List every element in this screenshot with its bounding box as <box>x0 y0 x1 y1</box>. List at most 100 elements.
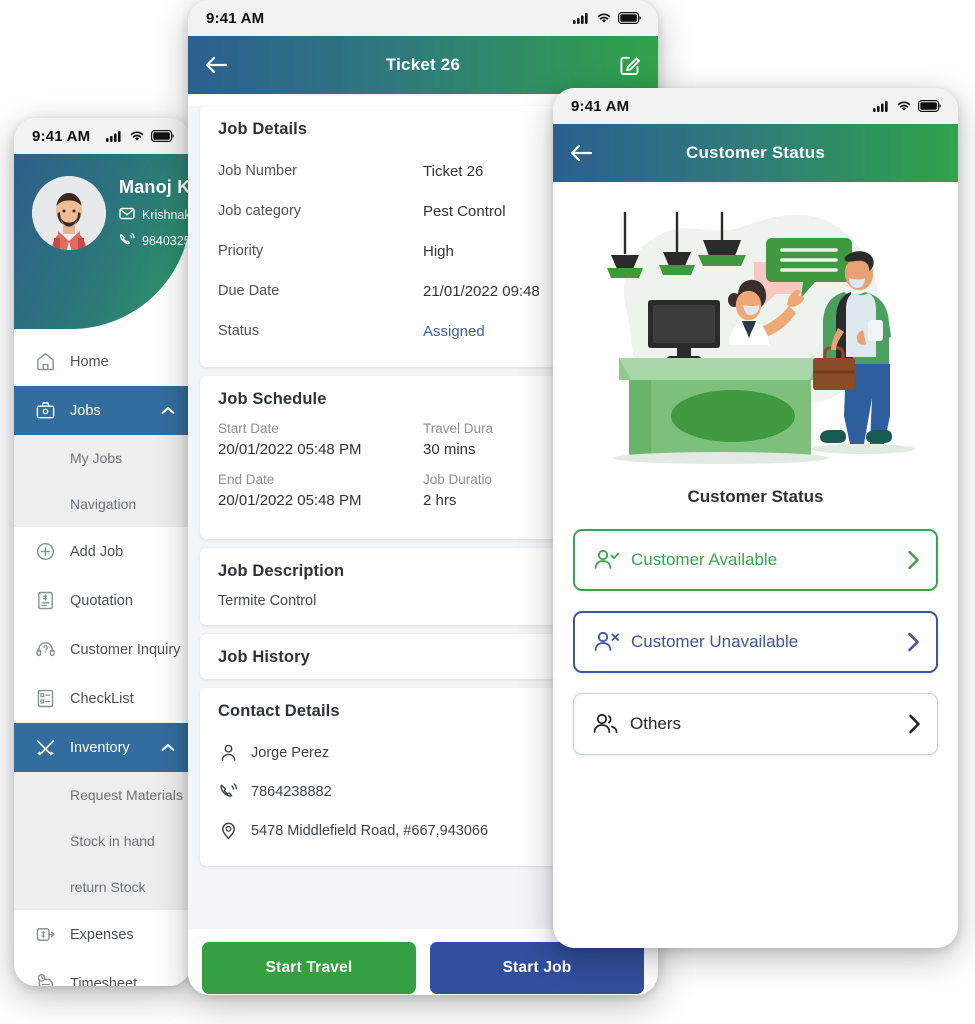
status-badge[interactable]: Assigned <box>423 323 485 340</box>
sidebar-item-label: Customer Inquiry <box>70 641 181 658</box>
battery-icon <box>618 12 642 24</box>
row-value: High <box>423 242 454 260</box>
drawer-profile-header: Manoj K Krishnak 9840325 <box>14 154 191 329</box>
chevron-right-icon <box>907 632 920 652</box>
row-key: Job Number <box>218 163 297 179</box>
chevron-up-icon[interactable] <box>161 406 175 415</box>
option-label: Customer Unavailable <box>631 632 799 651</box>
back-arrow-icon[interactable] <box>204 56 228 74</box>
sidebar-submenu-inventory: Request Materials Stock in hand return S… <box>14 772 191 910</box>
battery-icon <box>151 130 175 142</box>
sidebar-subitem-stock-in-hand[interactable]: Stock in hand <box>14 818 191 864</box>
checklist-icon <box>34 688 56 709</box>
start-date-label: Start Date <box>218 421 279 436</box>
phone-icon <box>218 782 238 801</box>
sidebar-item-checklist[interactable]: CheckList <box>14 674 191 723</box>
cellular-signal-icon <box>573 12 590 24</box>
right-content: Customer Status Customer Available Custo… <box>553 182 958 948</box>
profile-email: Krishnak <box>142 207 191 222</box>
sidebar-item-jobs[interactable]: Jobs <box>14 386 191 435</box>
sidebar-subitem-label: Request Materials <box>70 787 183 803</box>
sidebar-item-label: Inventory <box>70 739 130 756</box>
invoice-icon <box>34 590 56 611</box>
sidebar-subitem-navigation[interactable]: Navigation <box>14 481 191 527</box>
start-date-pair: Start Date 20/01/2022 05:48 PM <box>218 421 423 458</box>
option-label: Customer Available <box>631 550 778 569</box>
row-value: Pest Control <box>423 202 506 220</box>
sidebar-item-timesheet[interactable]: Timesheet <box>14 959 191 986</box>
user-check-icon <box>593 548 623 572</box>
cellular-signal-icon <box>106 130 123 142</box>
row-key: Status <box>218 323 260 339</box>
option-others[interactable]: Others <box>573 693 938 755</box>
sidebar-item-quotation[interactable]: Quotation <box>14 576 191 625</box>
profile-email-row: Krishnak <box>119 207 191 223</box>
sidebar-item-customer-inquiry[interactable]: Customer Inquiry <box>14 625 191 674</box>
section-title: Customer Status <box>687 487 824 506</box>
sidebar-item-label: Expenses <box>70 926 134 943</box>
money-out-icon <box>34 924 56 945</box>
row-key: Priority <box>218 243 264 259</box>
sidebar-subitem-my-jobs[interactable]: My Jobs <box>14 435 191 481</box>
wifi-icon <box>596 12 612 24</box>
page-title: Ticket 26 <box>385 55 461 74</box>
row-value: Ticket 26 <box>423 162 484 180</box>
sidebar-subitem-label: Stock in hand <box>70 833 155 849</box>
sidebar-subitem-return-stock[interactable]: return Stock <box>14 864 191 910</box>
start-travel-button[interactable]: Start Travel <box>202 942 416 994</box>
row-key: Job category <box>218 203 302 219</box>
profile-name: Manoj K <box>119 176 191 197</box>
drawer-menu: Home Jobs My Jobs Navigation Add Job Quo… <box>14 329 191 986</box>
contact-address: 5478 Middlefield Road, #667,943066 <box>251 822 489 839</box>
headset-icon <box>34 639 56 660</box>
back-arrow-icon[interactable] <box>569 144 593 162</box>
statusbar-clock: 9:41 AM <box>32 127 91 145</box>
users-icon <box>592 712 622 736</box>
left-statusbar: 9:41 AM <box>14 118 191 154</box>
plus-circle-icon <box>34 541 56 562</box>
chevron-right-icon <box>908 714 921 734</box>
chevron-up-icon[interactable] <box>161 743 175 752</box>
sidebar-item-label: Quotation <box>70 592 133 609</box>
envelope-icon <box>119 207 135 223</box>
user-avatar-photo[interactable] <box>32 176 106 250</box>
statusbar-icons <box>573 12 642 24</box>
cellular-signal-icon <box>873 100 890 112</box>
start-job-button[interactable]: Start Job <box>430 942 644 994</box>
sidebar-item-add-job[interactable]: Add Job <box>14 527 191 576</box>
right-appbar: Customer Status <box>553 124 958 182</box>
statusbar-icons <box>106 130 175 142</box>
sidebar-subitem-label: return Stock <box>70 879 146 895</box>
chevron-right-icon <box>907 550 920 570</box>
sidebar-subitem-request-materials[interactable]: Request Materials <box>14 772 191 818</box>
row-key: Due Date <box>218 283 280 299</box>
wifi-icon <box>896 100 912 112</box>
end-date-value: 20/01/2022 05:48 PM <box>218 492 362 509</box>
sidebar-item-home[interactable]: Home <box>14 337 191 386</box>
option-customer-available[interactable]: Customer Available <box>573 529 938 591</box>
statusbar-clock: 9:41 AM <box>571 97 630 115</box>
option-label: Others <box>630 714 682 733</box>
sidebar-item-label: Home <box>70 353 109 370</box>
mid-statusbar: 9:41 AM <box>188 0 658 36</box>
sidebar-item-label: Add Job <box>70 543 124 560</box>
option-customer-unavailable[interactable]: Customer Unavailable <box>573 611 938 673</box>
end-date-pair: End Date 20/01/2022 05:48 PM <box>218 472 423 509</box>
location-pin-icon <box>218 821 238 840</box>
statusbar-clock: 9:41 AM <box>206 9 265 27</box>
phone-left-navigation-drawer: 9:41 AM Manoj K Krishnak 9840325 Home Jo… <box>14 118 191 986</box>
sidebar-item-expenses[interactable]: Expenses <box>14 910 191 959</box>
sidebar-item-label: Jobs <box>70 402 101 419</box>
row-value: 21/01/2022 09:48 <box>423 282 540 300</box>
phone-right-customer-status: 9:41 AM Customer Status Customer Status … <box>553 88 958 948</box>
edit-pencil-icon[interactable] <box>618 53 642 77</box>
wifi-icon <box>129 130 145 142</box>
sidebar-item-label: Timesheet <box>70 975 138 987</box>
contact-name: Jorge Perez <box>251 744 330 761</box>
profile-text: Manoj K Krishnak 9840325 <box>119 177 191 250</box>
timesheet-icon <box>34 973 56 986</box>
profile-row: Manoj K Krishnak 9840325 <box>14 154 191 250</box>
person-icon <box>218 743 238 762</box>
sidebar-item-inventory[interactable]: Inventory <box>14 723 191 772</box>
statusbar-icons <box>873 100 942 112</box>
